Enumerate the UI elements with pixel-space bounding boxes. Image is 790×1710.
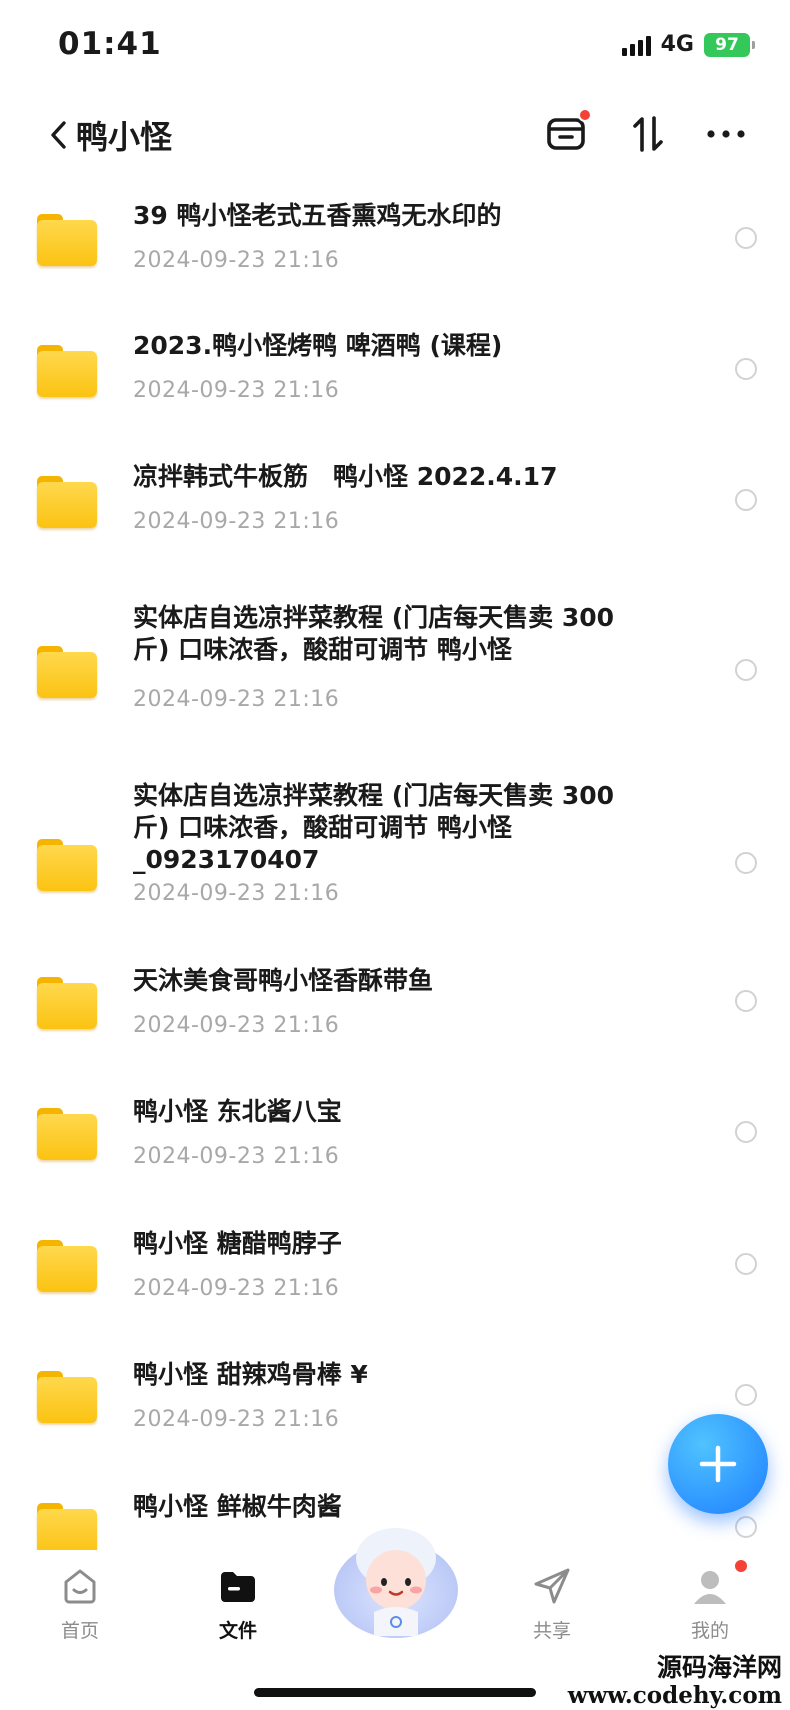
plus-icon [699,1445,737,1483]
more-dots-icon [707,130,745,138]
folder-icon [37,1240,97,1292]
select-checkbox[interactable] [735,358,757,380]
select-checkbox[interactable] [735,1253,757,1275]
folder-filled-icon [221,1572,255,1602]
transfer-box-icon [547,118,585,150]
folder-icon [37,839,97,891]
more-button[interactable] [702,110,750,158]
file-date: 2024-09-23 21:16 [133,1407,340,1432]
select-checkbox[interactable] [735,227,757,249]
watermark: 源码海洋网 www.codehy.com [568,1654,782,1710]
select-checkbox[interactable] [735,990,757,1012]
file-date: 2024-09-23 21:16 [133,378,340,403]
list-item[interactable]: 天沐美食哥鸭小怪香酥带鱼 2024-09-23 21:16 [0,943,790,1074]
file-date: 2024-09-23 21:16 [133,881,340,906]
file-date: 2024-09-23 21:16 [133,1013,340,1038]
folder-icon [37,977,97,1029]
mascot-icon [334,1528,458,1638]
avatar-icon [694,1571,726,1604]
tab-mine-label: 我的 [690,1620,729,1642]
send-icon [534,1568,570,1604]
tab-files-label: 文件 [218,1620,257,1642]
select-checkbox[interactable] [735,659,757,681]
chevron-left-icon [51,121,66,149]
transfer-button[interactable] [542,108,592,158]
tab-files[interactable]: 文件 [183,1564,293,1643]
file-name: 鸭小怪 东北酱八宝 [133,1097,342,1126]
list-item[interactable]: 实体店自选凉拌菜教程 (门店每天售卖 300 斤) 口味浓香，酸甜可调节 鸭小怪… [0,780,790,943]
list-item[interactable]: 实体店自选凉拌菜教程 (门店每天售卖 300 斤) 口味浓香，酸甜可调节 鸭小怪… [0,602,790,780]
assistant-mascot-button[interactable] [330,1518,462,1644]
sort-button[interactable] [624,110,672,158]
status-time: 01:41 [58,26,162,62]
file-name: 39 鸭小怪老式五香熏鸡无水印的 [133,201,502,230]
back-button[interactable]: 鸭小怪 [46,112,172,158]
battery-level: 97 [715,34,739,55]
page-title: 鸭小怪 [76,118,173,156]
folder-icon [37,345,97,397]
status-indicators: 4G 97 [621,32,755,57]
folder-icon [37,1503,97,1550]
add-button[interactable] [668,1414,768,1514]
watermark-line2: www.codehy.com [567,1682,782,1709]
file-date: 2024-09-23 21:16 [133,1276,340,1301]
file-name: 鸭小怪 甜辣鸡骨棒 ¥ [133,1360,368,1389]
file-date: 2024-09-23 21:16 [133,1144,340,1169]
list-item[interactable]: 鸭小怪 东北酱八宝 2024-09-23 21:16 [0,1074,790,1206]
tab-mine[interactable]: 我的 [655,1558,765,1643]
select-checkbox[interactable] [735,489,757,511]
notification-dot [733,1558,749,1574]
file-name: 2023.鸭小怪烤鸭 啤酒鸭 (课程) [133,331,503,360]
list-item[interactable]: 39 鸭小怪老式五香熏鸡无水印的 2024-09-23 21:16 [0,180,790,311]
network-type: 4G [660,32,694,57]
battery-icon: 97 [704,32,755,57]
select-checkbox[interactable] [735,1121,757,1143]
folder-icon [37,646,97,698]
status-bar: 01:41 4G 97 [0,0,790,90]
sort-icon [633,116,663,152]
list-item[interactable]: 凉拌韩式牛板筋 鸭小怪 2022.4.17 2024-09-23 21:16 [0,442,790,602]
folder-icon [37,476,97,528]
list-item[interactable]: 2023.鸭小怪烤鸭 啤酒鸭 (课程) 2024-09-23 21:16 [0,311,790,442]
header: 鸭小怪 [0,96,790,172]
tab-share-label: 共享 [532,1620,571,1642]
home-icon [64,1569,96,1604]
folder-icon [37,1108,97,1160]
tab-home[interactable]: 首页 [25,1564,135,1643]
select-checkbox[interactable] [735,852,757,874]
list-item[interactable]: 鸭小怪 糖醋鸭脖子 2024-09-23 21:16 [0,1206,790,1337]
file-name: 鸭小怪 糖醋鸭脖子 [133,1229,342,1258]
bottom-nav: 首页 文件 共享 我的 源码海洋网 www.codehy.com [0,1528,790,1710]
file-name: 凉拌韩式牛板筋 鸭小怪 2022.4.17 [133,462,558,491]
home-indicator [254,1688,536,1697]
file-name: 天沐美食哥鸭小怪香酥带鱼 [133,966,434,995]
tab-share[interactable]: 共享 [497,1564,607,1643]
file-name: 实体店自选凉拌菜教程 (门店每天售卖 300 斤) 口味浓香，酸甜可调节 鸭小怪 [133,603,615,664]
watermark-line1: 源码海洋网 [656,1653,782,1682]
signal-icon [621,34,651,56]
file-date: 2024-09-23 21:16 [133,509,340,534]
select-checkbox[interactable] [735,1516,757,1538]
file-date: 2024-09-23 21:16 [133,687,340,712]
folder-icon [37,1371,97,1423]
folder-icon [37,214,97,266]
notification-dot [578,108,592,122]
file-date: 2024-09-23 21:16 [133,248,340,273]
file-list: 39 鸭小怪老式五香熏鸡无水印的 2024-09-23 21:16 2023.鸭… [0,180,790,1550]
tab-home-label: 首页 [60,1620,99,1642]
file-name: 实体店自选凉拌菜教程 (门店每天售卖 300 斤) 口味浓香，酸甜可调节 鸭小怪… [133,781,615,874]
select-checkbox[interactable] [735,1384,757,1406]
